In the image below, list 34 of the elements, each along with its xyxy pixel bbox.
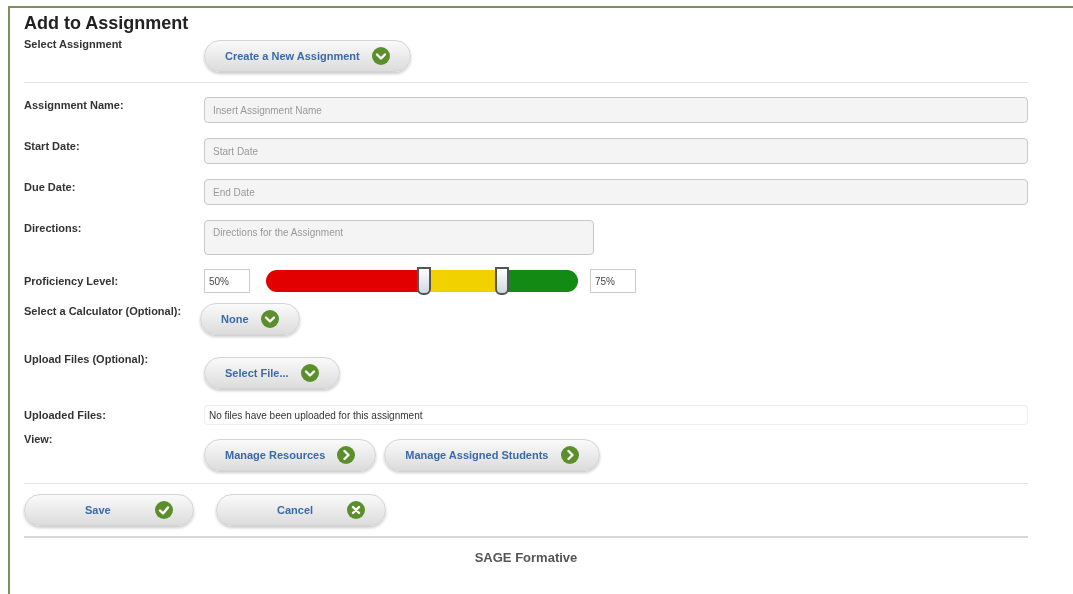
dialog-title: Add to Assignment — [24, 12, 190, 34]
action-button[interactable]: Cancel — [216, 494, 386, 526]
chevron-down-icon — [300, 364, 319, 382]
calculator-dropdown[interactable]: None — [200, 303, 300, 335]
field-label: Directions: — [24, 221, 83, 236]
chevron-right-icon — [560, 446, 579, 464]
field-label: Select a Calculator (Optional): — [24, 304, 183, 319]
field-label: Upload Files (Optional): — [24, 352, 150, 367]
text-field[interactable]: End Date — [204, 179, 1028, 205]
field-label: Due Date: — [24, 180, 77, 195]
min-percent-field[interactable]: 50% — [204, 269, 250, 293]
uploaded-files-status: No files have been uploaded for this assignment — [204, 405, 1028, 425]
view-button[interactable]: Manage Assigned Students — [384, 439, 600, 471]
text-field[interactable]: Insert Assignment Name — [204, 97, 1028, 123]
text-area[interactable]: Directions for the Assignment — [204, 220, 594, 255]
field-label: View: — [24, 432, 54, 447]
chevron-down-icon — [371, 47, 390, 65]
field-label: Uploaded Files: — [24, 407, 107, 423]
select-file-button[interactable]: Select File... — [204, 357, 340, 389]
field-label: Proficiency Level: — [24, 273, 120, 289]
field-label: Select Assignment — [24, 37, 123, 52]
field-label: Assignment Name: — [24, 98, 125, 113]
chevron-down-icon — [260, 310, 279, 328]
field-label: Start Date: — [24, 139, 81, 154]
max-percent-field[interactable]: 75% — [590, 269, 636, 293]
proficiency-slider[interactable] — [266, 270, 578, 292]
close-icon — [347, 501, 365, 519]
action-button[interactable]: Save — [24, 494, 194, 526]
check-icon — [155, 501, 173, 519]
create-assignment-button[interactable]: Create a New Assignment — [204, 40, 411, 72]
chevron-right-icon — [337, 446, 356, 464]
footer-text: SAGE Formative — [474, 549, 578, 567]
view-button[interactable]: Manage Resources — [204, 439, 377, 471]
text-field[interactable]: Start Date — [204, 138, 1028, 164]
